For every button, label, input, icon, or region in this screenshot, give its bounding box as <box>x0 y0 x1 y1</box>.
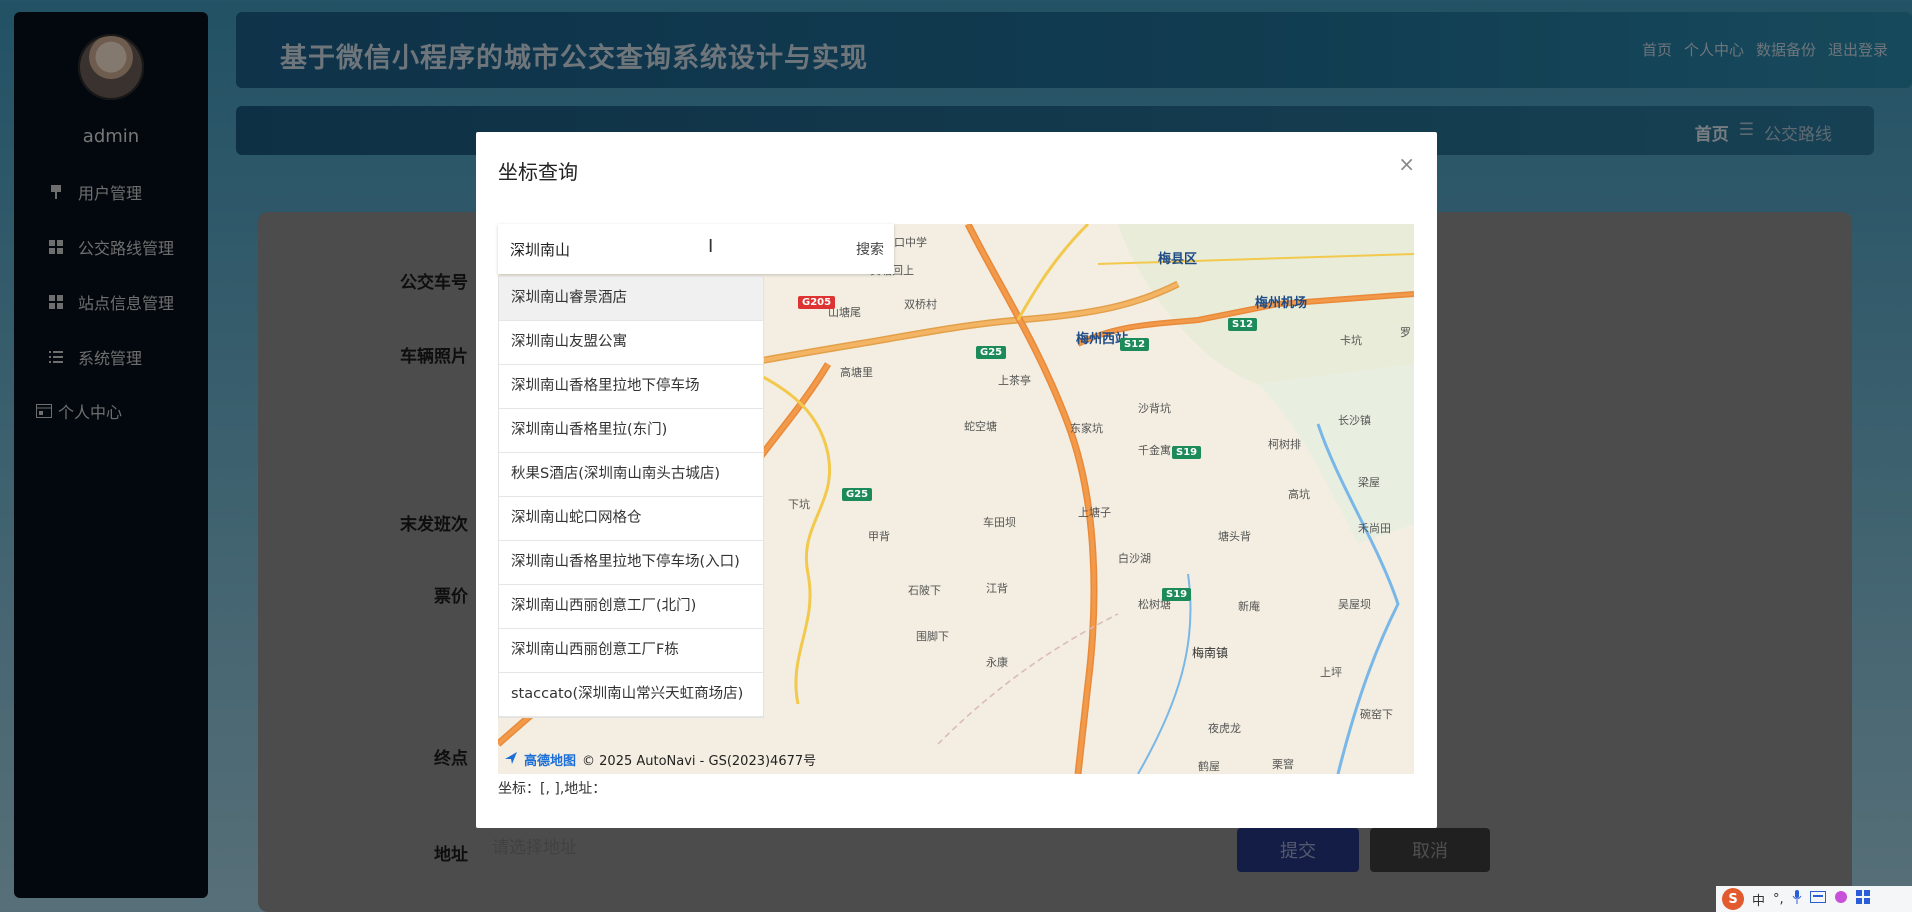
map-label: 碗窑下 <box>1360 708 1393 721</box>
map-label: 梅州机场 <box>1255 296 1308 311</box>
map-label: 高坑 <box>1288 488 1310 501</box>
map-label: 禾尚田 <box>1358 522 1391 535</box>
ime-punct[interactable]: °, <box>1773 892 1784 907</box>
map-label: 梅县区 <box>1158 252 1198 267</box>
suggestion-item[interactable]: 深圳南山香格里拉(东门) <box>499 409 763 453</box>
map-label: 上坪 <box>1320 666 1342 679</box>
coordinate-readout: 坐标：[, ],地址： <box>498 781 607 797</box>
road-shield: G25 <box>842 488 873 501</box>
grid-menu-icon[interactable] <box>1855 890 1870 908</box>
map-label: 下坑 <box>788 498 810 511</box>
dialog-title: 坐标查询 <box>498 160 578 184</box>
road-shield: G25 <box>976 346 1007 359</box>
sogou-icon[interactable]: S <box>1722 888 1744 910</box>
map-label: 车田坝 <box>983 516 1016 529</box>
map-label: 新庵 <box>1238 600 1260 613</box>
map-label: 沙背坑 <box>1138 402 1171 415</box>
suggestion-item[interactable]: 深圳南山香格里拉地下停车场 <box>499 365 763 409</box>
map-label: 甲背 <box>868 530 890 543</box>
map-label: 东家坑 <box>1070 422 1103 435</box>
suggestion-item[interactable]: 深圳南山蛇口网格仓 <box>499 497 763 541</box>
map-label: 高塘里 <box>840 366 873 379</box>
close-icon[interactable]: × <box>1398 152 1415 176</box>
map-label: 口中学 <box>894 236 927 249</box>
map-search-button[interactable]: 搜索 <box>856 239 884 259</box>
map-label: 鹤屋 <box>1198 760 1220 773</box>
map-label: 双桥村 <box>904 298 937 311</box>
road-shield: S19 <box>1172 446 1202 459</box>
map-label: 塘头背 <box>1218 530 1251 543</box>
suggestion-item[interactable]: 深圳南山西丽创意工厂F栋 <box>499 629 763 673</box>
map-label: 吴屋坝 <box>1338 598 1371 611</box>
map-copyright: © 2025 AutoNavi - GS(2023)4677号 <box>582 754 817 769</box>
suggestion-item[interactable]: 秋果S酒店(深圳南山南头古城店) <box>499 453 763 497</box>
map-label: 白沙湖 <box>1118 552 1151 565</box>
road-shield: S19 <box>1162 588 1192 601</box>
map-search-input[interactable]: 深圳南山 <box>510 239 570 260</box>
ime-toolbar: S 中 °, <box>1716 886 1912 912</box>
keyboard-icon[interactable] <box>1809 891 1826 907</box>
search-suggestions: 深圳南山睿景酒店 深圳南山友盟公寓 深圳南山香格里拉地下停车场 深圳南山香格里拉… <box>498 276 764 718</box>
map-label: 上塘子 <box>1078 506 1111 519</box>
map-label: 梁屋 <box>1358 476 1380 489</box>
mic-icon[interactable] <box>1792 890 1802 908</box>
suggestion-item[interactable]: 深圳南山西丽创意工厂(北门) <box>499 585 763 629</box>
text-cursor-icon: I <box>708 236 714 257</box>
skin-icon[interactable] <box>1834 890 1848 908</box>
map-label: 柯树排 <box>1268 438 1301 451</box>
map-label: 长沙镇 <box>1338 414 1371 427</box>
map-logo-text: 高德地图 <box>524 754 577 769</box>
coordinate-dialog: 坐标查询 × 黄塘回上 梅县区 梅州机场 山塘尾 双桥村 梅州西站 <box>476 132 1437 828</box>
map-label: 罗 <box>1400 326 1411 339</box>
amap-logo-icon <box>504 751 518 769</box>
map-label: 石陂下 <box>908 584 941 597</box>
map-label: 梅南镇 <box>1192 646 1229 660</box>
map-search-box: 深圳南山 I 搜索 <box>498 224 894 274</box>
map-label: 夜虎龙 <box>1208 722 1241 735</box>
road-shield: S12 <box>1228 318 1258 331</box>
map-label: 上茶亭 <box>998 374 1031 387</box>
map-attribution: 高德地图 © 2025 AutoNavi - GS(2023)4677号 <box>504 750 816 769</box>
map-label: 栗窨 <box>1272 758 1294 771</box>
ime-lang[interactable]: 中 <box>1752 890 1765 909</box>
map-label: 千金寓 <box>1138 444 1171 457</box>
road-shield: G205 <box>798 296 836 309</box>
map-label: 永康 <box>986 656 1008 669</box>
map-label: 卡坑 <box>1340 334 1362 347</box>
suggestion-item[interactable]: staccato(深圳南山常兴天虹商场店) <box>499 673 763 717</box>
suggestion-item[interactable]: 深圳南山睿景酒店 <box>499 277 763 321</box>
map-label: 江背 <box>986 582 1008 595</box>
map-label: 围脚下 <box>916 630 949 643</box>
suggestion-item[interactable]: 深圳南山友盟公寓 <box>499 321 763 365</box>
suggestion-item[interactable]: 深圳南山香格里拉地下停车场(入口) <box>499 541 763 585</box>
road-shield: S12 <box>1120 338 1150 351</box>
map-label: 蛇空塘 <box>964 420 997 433</box>
